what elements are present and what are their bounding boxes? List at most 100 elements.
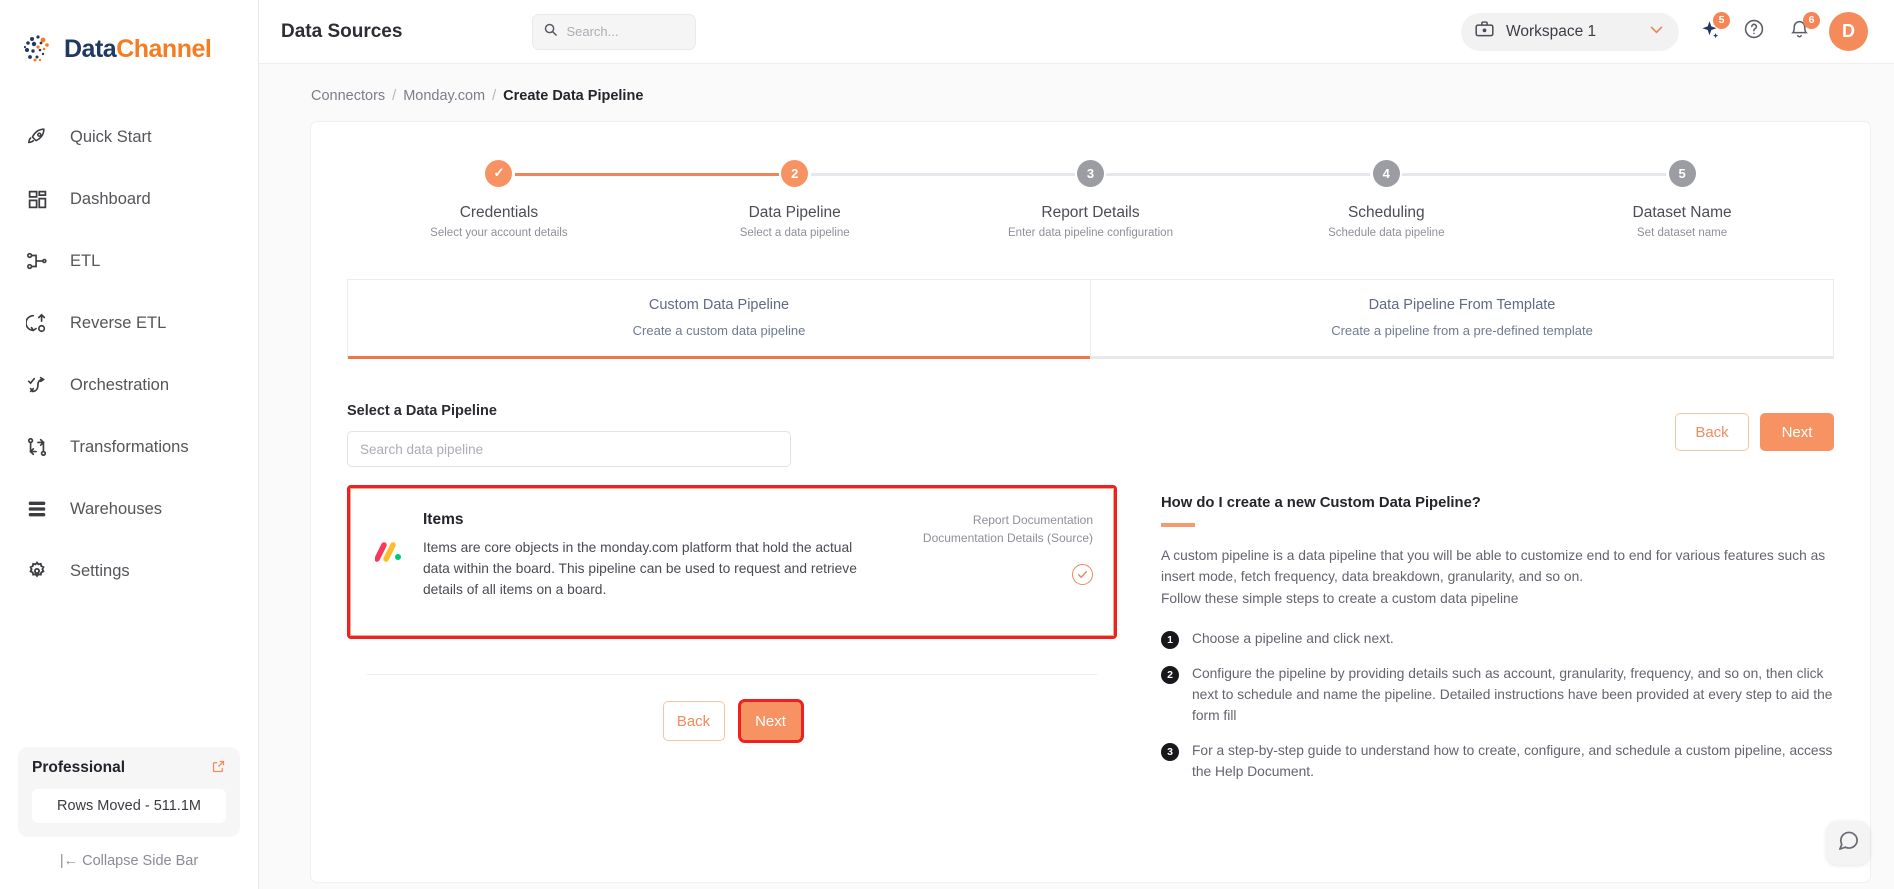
- pipeline-card-title: Items: [423, 511, 464, 528]
- global-search[interactable]: [532, 13, 697, 50]
- sidebar-item-warehouses[interactable]: Warehouses: [0, 478, 258, 540]
- help-step-text: Choose a pipeline and click next.: [1192, 631, 1394, 647]
- step-connector-3: [1106, 173, 1239, 176]
- help-title-underline: [1161, 523, 1195, 527]
- topbar: Data Sources Workspace 1 5: [259, 0, 1894, 64]
- pipeline-card-side: Report Documentation Documentation Detai…: [913, 511, 1093, 613]
- help-step-number: 2: [1161, 666, 1179, 685]
- grid-icon: [22, 184, 52, 214]
- tab-subtitle: Create a custom data pipeline: [632, 323, 806, 338]
- ai-badge-count: 5: [1713, 11, 1730, 29]
- collapse-sidebar-button[interactable]: |← Collapse Side Bar: [18, 837, 240, 875]
- next-button-top[interactable]: Next: [1760, 413, 1834, 451]
- pipeline-mode-tabs: Custom Data Pipeline Create a custom dat…: [347, 279, 1834, 359]
- report-documentation-link[interactable]: Report Documentation: [913, 511, 1093, 529]
- sidebar-item-label: Orchestration: [70, 375, 170, 394]
- check-circle-icon[interactable]: [1072, 564, 1093, 585]
- orchestration-icon: [22, 370, 52, 400]
- sidebar-item-etl[interactable]: ETL: [0, 230, 258, 292]
- ai-assistant-button[interactable]: 5: [1694, 11, 1730, 47]
- back-button-top[interactable]: Back: [1675, 413, 1749, 451]
- sidebar-item-label: Warehouses: [70, 499, 163, 518]
- stepper-step-credentials[interactable]: ✓ Credentials Select your account detail…: [351, 156, 647, 239]
- main-area: Data Sources Workspace 1 5: [259, 0, 1894, 889]
- sidebar-item-label: Quick Start: [70, 127, 152, 146]
- breadcrumb-item-connectors[interactable]: Connectors: [311, 88, 385, 104]
- help-column: Back Next How do I create a new Custom D…: [1117, 359, 1834, 783]
- sidebar-item-reverse-etl[interactable]: Reverse ETL: [0, 292, 258, 354]
- step-title: Dataset Name: [1632, 204, 1732, 221]
- pipeline-card-items[interactable]: Items Items are core objects in the mond…: [347, 485, 1117, 639]
- app-logo[interactable]: DataChannel: [0, 0, 258, 70]
- help-button[interactable]: [1739, 17, 1769, 47]
- sidebar: DataChannel Quick Start Dashboard ETL Re…: [0, 0, 259, 889]
- pipeline-selection-column: Select a Data Pipeline Search data pipel…: [347, 359, 1117, 783]
- sidebar-item-dashboard[interactable]: Dashboard: [0, 168, 258, 230]
- warehouse-icon: [22, 494, 52, 524]
- workspace-selector[interactable]: Workspace 1: [1461, 12, 1679, 51]
- step-connector-1: [514, 173, 647, 176]
- stepper-step-report-details[interactable]: 3 Report Details Enter data pipeline con…: [942, 156, 1239, 239]
- step-dot-1: ✓: [485, 159, 513, 187]
- breadcrumb-item-monday[interactable]: Monday.com: [403, 88, 485, 104]
- next-button-bottom[interactable]: Next: [737, 699, 804, 743]
- help-step-item: 3 For a step-by-step guide to understand…: [1161, 741, 1834, 783]
- wizard-buttons-top: Back Next: [1161, 413, 1834, 451]
- step-connector-left-3: [942, 173, 1075, 176]
- topbar-actions: Workspace 1 5 6 D: [1461, 11, 1868, 51]
- stepper-step-data-pipeline[interactable]: 2 Data Pipeline Select a data pipeline: [646, 156, 943, 239]
- tab-custom-data-pipeline[interactable]: Custom Data Pipeline Create a custom dat…: [348, 280, 1090, 359]
- help-step-text: Configure the pipeline by providing deta…: [1192, 666, 1833, 724]
- sidebar-item-orchestration[interactable]: Orchestration: [0, 354, 258, 416]
- help-step-number: 1: [1161, 631, 1179, 650]
- sidebar-item-transformations[interactable]: Transformations: [0, 416, 258, 478]
- chevron-down-icon[interactable]: [1648, 21, 1665, 43]
- notifications-badge-count: 6: [1803, 11, 1820, 29]
- sidebar-item-settings[interactable]: Settings: [0, 540, 258, 602]
- step-subtitle: Select your account details: [430, 227, 568, 239]
- pipeline-card-description: Items are core objects in the monday.com…: [423, 540, 857, 597]
- content-scroll: Connectors / Monday.com / Create Data Pi…: [259, 64, 1894, 889]
- stepper-step-scheduling[interactable]: 4 Scheduling Schedule data pipeline: [1238, 156, 1535, 239]
- reverse-etl-icon: [22, 308, 52, 338]
- step-subtitle: Schedule data pipeline: [1328, 227, 1445, 239]
- briefcase-icon: [1474, 19, 1495, 45]
- step-title: Data Pipeline: [748, 204, 841, 221]
- step-title: Scheduling: [1347, 204, 1425, 221]
- back-button-bottom[interactable]: Back: [662, 701, 725, 741]
- step-dot-4: 4: [1372, 159, 1400, 187]
- wizard-buttons-bottom: Back Next: [347, 699, 1117, 743]
- transformations-icon: [22, 432, 52, 462]
- tab-data-pipeline-from-template[interactable]: Data Pipeline From Template Create a pip…: [1090, 280, 1833, 359]
- help-title: How do I create a new Custom Data Pipeli…: [1161, 495, 1481, 511]
- step-dot-3: 3: [1076, 159, 1104, 187]
- breadcrumb-separator: /: [492, 88, 497, 104]
- wizard-body: Select a Data Pipeline Search data pipel…: [311, 359, 1870, 783]
- section-divider: [367, 674, 1097, 675]
- sidebar-item-quick-start[interactable]: Quick Start: [0, 106, 258, 168]
- pipeline-search-input[interactable]: [347, 431, 791, 467]
- gear-icon: [22, 556, 52, 586]
- step-connector-left-5: [1534, 173, 1667, 176]
- step-connector-left-2: [646, 173, 779, 176]
- breadcrumb-separator: /: [392, 88, 397, 104]
- tab-subtitle: Create a pipeline from a pre-defined tem…: [1331, 323, 1593, 338]
- logo-wordmark: DataChannel: [64, 35, 212, 64]
- external-link-icon[interactable]: [211, 759, 226, 777]
- search-input[interactable]: [566, 24, 686, 39]
- documentation-details-link[interactable]: Documentation Details (Source): [913, 529, 1093, 547]
- avatar[interactable]: D: [1829, 12, 1868, 51]
- step-connector-left-4: [1238, 173, 1371, 176]
- breadcrumb: Connectors / Monday.com / Create Data Pi…: [259, 64, 1894, 104]
- chat-support-button[interactable]: [1826, 821, 1870, 865]
- notifications-button[interactable]: 6: [1784, 11, 1820, 47]
- rows-moved-value: Rows Moved - 511.1M: [32, 789, 226, 823]
- stepper-step-dataset-name[interactable]: 5 Dataset Name Set dataset name: [1534, 156, 1830, 239]
- pipeline-card-body: Items Items are core objects in the mond…: [411, 511, 913, 613]
- sidebar-item-label: Transformations: [70, 437, 189, 456]
- breadcrumb-item-current: Create Data Pipeline: [503, 88, 644, 104]
- search-icon: [543, 22, 566, 42]
- step-subtitle: Select a data pipeline: [739, 227, 850, 239]
- monday-logo-icon: [374, 511, 411, 613]
- step-title: Report Details: [1041, 204, 1140, 221]
